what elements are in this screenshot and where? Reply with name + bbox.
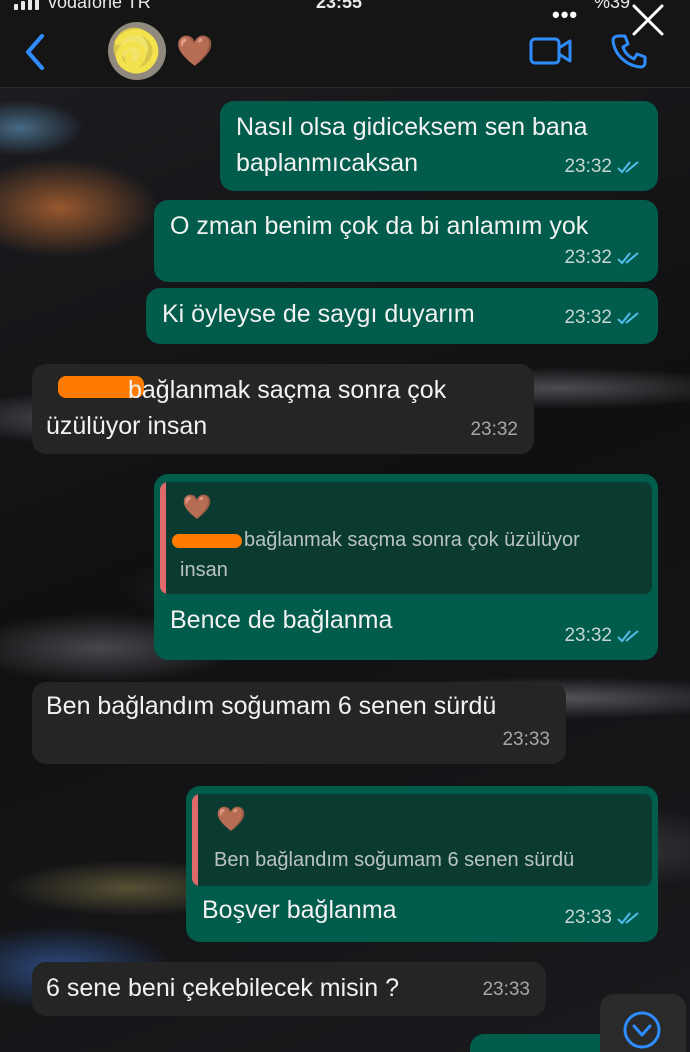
message-text: Nasıl olsa gidiceksem sen bana [236, 113, 588, 141]
quote-author: 🤎 [182, 494, 212, 521]
message-incoming[interactable]: Ben bağlandım soğumam 6 senen sürdü 23:3… [32, 682, 566, 764]
message-meta: 23:32 [470, 412, 518, 448]
close-icon [632, 4, 664, 36]
video-call-button[interactable] [528, 34, 574, 68]
message-time: 23:33 [502, 729, 550, 750]
back-button[interactable] [18, 30, 52, 74]
double-check-icon [617, 252, 639, 265]
chevron-left-icon [26, 34, 44, 70]
message-time: 23:33 [482, 979, 530, 1000]
message-text: baplanmıcaksan [236, 149, 419, 177]
message-incoming[interactable]: bağlanmak saçma sonra çok üzülüyor insan… [32, 364, 534, 454]
battery-percent: %39 [594, 0, 631, 12]
quote-accent-bar [192, 794, 198, 886]
signal-icon [14, 0, 39, 10]
more-options-icon[interactable]: ••• [552, 2, 578, 28]
video-call-icon [529, 37, 572, 65]
message-text: Ki öyleyse de saygı duyarım [162, 300, 475, 328]
message-time: 23:33 [564, 907, 612, 928]
message-text: Ben bağlandım soğumam 6 senen sürdü [46, 692, 497, 720]
contact-name[interactable]: 🤎 [176, 34, 213, 70]
message-meta: 23:33 [564, 900, 642, 936]
carrier-label: vodafone TR [48, 0, 151, 12]
chat-header: vodafone TR 23:55 %39 🤎 ••• [0, 0, 690, 88]
message-outgoing[interactable]: Nasıl olsa gidiceksem sen bana baplanmıc… [220, 101, 658, 191]
avatar-scribble [115, 29, 159, 74]
message-outgoing[interactable]: Ki öyleyse de saygı duyarım 23:32 [146, 288, 658, 344]
message-text: Bence de bağlanma [170, 606, 393, 634]
close-button[interactable] [628, 0, 668, 40]
redaction-scribble [172, 534, 242, 548]
message-outgoing[interactable]: O zman benim çok da bi anlamım yok 23:32 [154, 200, 658, 282]
message-meta: 23:32 [564, 300, 642, 336]
double-check-icon [617, 161, 639, 174]
avatar[interactable] [108, 22, 166, 80]
message-meta: 23:32 [564, 240, 642, 276]
chevron-down-circle-icon [623, 1011, 661, 1049]
message-time: 23:32 [470, 419, 518, 440]
message-time: 23:32 [564, 625, 612, 646]
message-time: 23:32 [564, 247, 612, 268]
message-time: 23:32 [564, 307, 612, 328]
double-check-icon [617, 912, 639, 925]
quoted-message[interactable]: 🤎 bağlanmak saçma sonra çok üzülüyor ins… [160, 482, 652, 594]
status-bar: vodafone TR 23:55 %39 [0, 0, 690, 12]
message-time: 23:32 [564, 156, 612, 177]
message-outgoing-reply[interactable]: 🤎 Ben bağlandım soğumam 6 senen sürdü Bo… [186, 786, 658, 942]
chat-area[interactable]: Nasıl olsa gidiceksem sen bana baplanmıc… [0, 88, 690, 1052]
message-text: üzülüyor insan [46, 412, 208, 440]
quoted-message[interactable]: 🤎 Ben bağlandım soğumam 6 senen sürdü [192, 794, 652, 886]
message-text: Boşver bağlanma [202, 896, 397, 924]
message-text: O zman benim çok da bi anlamım yok [170, 212, 589, 240]
message-meta: 23:32 [564, 149, 642, 185]
double-check-icon [617, 312, 639, 325]
message-outgoing-reply[interactable]: 🤎 bağlanmak saçma sonra çok üzülüyor ins… [154, 474, 658, 660]
quote-text: Ben bağlandım soğumam 6 senen sürdü [214, 849, 575, 871]
status-time: 23:55 [316, 0, 363, 12]
message-meta: 23:33 [502, 722, 550, 758]
quote-accent-bar [160, 482, 166, 594]
message-incoming[interactable]: 6 sene beni çekebilecek misin ? 23:33 [32, 962, 546, 1016]
scroll-to-bottom-button[interactable] [600, 994, 686, 1052]
message-text: bağlanmak saçma sonra çok [128, 376, 447, 404]
message-meta: 23:32 [564, 618, 642, 654]
double-check-icon [617, 630, 639, 643]
quote-author: 🤎 [216, 806, 246, 833]
message-text: 6 sene beni çekebilecek misin ? [46, 974, 399, 1002]
quote-text: insan [180, 559, 228, 581]
quote-text: bağlanmak saçma sonra çok üzülüyor [244, 529, 580, 551]
message-meta: 23:33 [482, 972, 530, 1008]
